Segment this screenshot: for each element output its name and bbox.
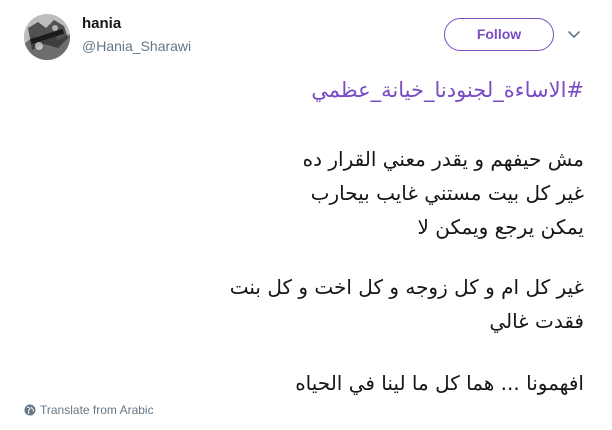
tweet-paragraph-2: غير كل ام و كل زوجه و كل اخت و كل بنت فق… [24,270,584,338]
tweet-paragraph-3: افهمونا ... هما كل ما لينا في الحياه [24,366,584,400]
author-name[interactable]: hania [82,15,121,33]
hashtag-link[interactable]: #الاساءة_لجنودنا_خيانة_عظمي [24,74,584,106]
tweet-line: غير كل بيت مستني غايب بيحارب [310,181,584,205]
translate-link[interactable]: Translate from Arabic [24,402,154,418]
tweet-line: يمكن يرجع ويمكن لا [417,215,584,239]
tweet-line: فقدت غالي [489,309,584,333]
globe-icon [24,404,36,416]
follow-button[interactable]: Follow [444,18,554,51]
avatar[interactable] [24,14,70,60]
tweet-line: غير كل ام و كل زوجه و كل اخت و كل بنت [229,275,584,299]
chevron-down-icon[interactable] [566,26,582,42]
tweet-line: مش حيفهم و يقدر معني القرار ده [302,147,584,171]
tweet-line: افهمونا ... هما كل ما لينا في الحياه [295,371,584,395]
author-handle[interactable]: @Hania_Sharawi [82,38,191,55]
tweet-card: hania @Hania_Sharawi Follow #الاساءة_لجن… [0,0,612,430]
tweet-paragraph-1: مش حيفهم و يقدر معني القرار ده غير كل بي… [24,142,584,244]
translate-label: Translate from Arabic [40,403,154,417]
